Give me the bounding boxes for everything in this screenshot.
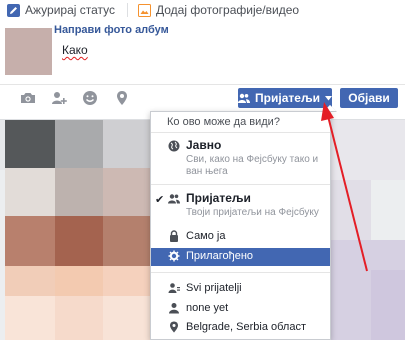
audience-option-all-friends[interactable]: Svi prijatelji [151, 280, 330, 298]
audience-option-description: Твоји пријатељи на Фејсбуку [186, 207, 319, 218]
menu-divider [151, 132, 330, 133]
tab-divider [127, 3, 128, 17]
audience-option-friends[interactable]: ✔ Пријатељи Твоји пријатељи на Фејсбуку [151, 191, 330, 225]
audience-option-label: Пријатељи [186, 191, 251, 205]
menu-divider [151, 184, 330, 185]
avatar [5, 28, 52, 75]
composer-divider [0, 84, 405, 85]
post-text-input[interactable]: Како [62, 43, 88, 57]
checkmark-icon: ✔ [155, 194, 165, 206]
audience-option-label: Само ја [186, 230, 226, 242]
create-photo-album-link[interactable]: Направи фото албум [54, 24, 169, 36]
audience-selector-button[interactable]: Пријатељи [238, 88, 332, 108]
tab-add-photo-video-label: Додај фотографије/видео [156, 3, 300, 17]
audience-option-label: Belgrade, Serbia област [186, 321, 306, 333]
audience-option-label: Прилагођено [186, 250, 254, 262]
tab-update-status[interactable]: Ажурирај статус [7, 0, 115, 20]
post-composer: Ажурирај статус Додај фотографије/видео … [0, 0, 405, 120]
gear-icon [168, 250, 180, 262]
menu-caret-inner [324, 105, 336, 111]
pencil-icon [7, 3, 20, 17]
audience-option-label: Јавно [186, 138, 222, 152]
audience-option-only-me[interactable]: Само ја [151, 228, 330, 246]
friends-icon [168, 194, 180, 204]
audience-option-location[interactable]: Belgrade, Serbia област [151, 319, 330, 337]
audience-option-label: none yet [186, 302, 229, 314]
menu-divider [151, 272, 330, 273]
friend-list-icon [168, 283, 180, 293]
tab-add-photo-video[interactable]: Додај фотографије/видео [138, 0, 299, 20]
photo-icon [138, 3, 151, 17]
post-button[interactable]: Објави [340, 88, 398, 108]
composer-tabs: Ажурирај статус Додај фотографије/видео [0, 0, 405, 20]
globe-icon [168, 140, 180, 152]
tag-friend-icon[interactable] [51, 90, 67, 106]
feeling-icon[interactable] [82, 90, 98, 106]
audience-menu-header: Ко ово може да види? [167, 116, 280, 128]
friends-icon [238, 93, 251, 103]
audience-option-label: Svi prijatelji [186, 282, 242, 294]
lock-icon [170, 230, 178, 242]
chevron-down-icon [324, 95, 332, 100]
audience-selector-label: Пријатељи [255, 91, 320, 105]
audience-option-public[interactable]: Јавно Сви, како на Фејсбуку тако и ван њ… [151, 138, 330, 178]
tab-update-status-label: Ажурирај статус [25, 3, 116, 17]
audience-option-description: Сви, како на Фејсбуку тако и ван њега [186, 154, 319, 177]
location-icon[interactable] [114, 90, 130, 106]
location-pin-icon [170, 321, 178, 333]
audience-option-custom[interactable]: Прилагођено [151, 248, 330, 266]
audience-menu: Ко ово може да види? Јавно Сви, како на … [150, 105, 336, 340]
user-icon [169, 303, 179, 314]
camera-icon[interactable] [20, 90, 36, 106]
audience-option-list[interactable]: none yet [151, 300, 330, 318]
